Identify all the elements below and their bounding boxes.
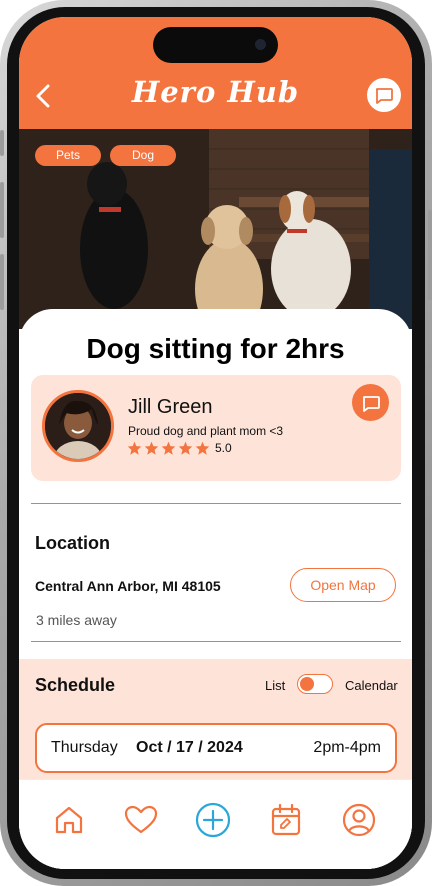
slot-day: Thursday [51, 739, 118, 756]
tag-pets[interactable]: Pets [35, 145, 101, 166]
star-icon [127, 441, 142, 455]
star-icon [144, 441, 159, 455]
profile-photo [45, 393, 111, 459]
hero-photo: Pets Dog [19, 129, 412, 329]
volume-down-button [0, 254, 4, 310]
schedule-heading: Schedule [35, 675, 116, 695]
location-heading: Location [35, 533, 110, 553]
poster-profile-card[interactable]: Jill Green Proud dog and plant mom <3 5.… [31, 375, 401, 481]
location-address: Central Ann Arbor, MI 48105 [35, 578, 221, 594]
message-poster-button[interactable] [352, 384, 389, 421]
app-title: Hero Hub [131, 75, 300, 109]
toggle-knob [300, 677, 314, 691]
location-distance: 3 miles away [36, 612, 117, 628]
heart-icon [124, 805, 158, 834]
toggle-label-calendar[interactable]: Calendar [345, 678, 398, 693]
poster-bio: Proud dog and plant mom <3 [128, 424, 284, 438]
messages-button[interactable] [367, 78, 401, 112]
open-map-button[interactable]: Open Map [290, 568, 396, 602]
home-icon [55, 806, 83, 834]
rating-stars: 5.0 [127, 441, 232, 455]
star-icon [195, 441, 210, 455]
toggle-label-list[interactable]: List [265, 678, 285, 693]
view-toggle-switch[interactable] [297, 674, 333, 694]
bottom-nav [19, 779, 412, 869]
slot-date: Oct / 17 / 2024 [136, 739, 243, 756]
nav-home[interactable] [51, 802, 87, 838]
mute-switch [0, 130, 4, 156]
profile-icon [342, 803, 376, 837]
nav-calendar[interactable] [268, 802, 304, 838]
app-screen: Hero Hub Pets Dog Dog sitting for 2hrs J… [19, 17, 412, 869]
app-header: Hero Hub [19, 17, 412, 129]
star-icon [178, 441, 193, 455]
chat-bubble-icon [362, 395, 380, 412]
section-divider [31, 503, 401, 504]
chat-bubble-icon [375, 88, 393, 104]
schedule-slot[interactable]: Thursday Oct / 17 / 2024 2pm-4pm [35, 723, 397, 773]
slot-time: 2pm-4pm [313, 739, 381, 756]
task-title: Dog sitting for 2hrs [86, 333, 345, 364]
avatar[interactable] [42, 390, 114, 462]
dynamic-island [153, 27, 278, 63]
nav-profile[interactable] [341, 802, 377, 838]
add-circle-icon [195, 802, 231, 838]
nav-add[interactable] [195, 802, 231, 838]
volume-up-button [0, 182, 4, 238]
section-divider [31, 641, 401, 642]
star-icon [161, 441, 176, 455]
power-button [428, 210, 432, 300]
poster-name: Jill Green [128, 396, 213, 418]
rating-value: 5.0 [215, 441, 232, 455]
calendar-icon [271, 803, 301, 836]
nav-favorites[interactable] [123, 802, 159, 838]
tag-dog[interactable]: Dog [110, 145, 176, 166]
